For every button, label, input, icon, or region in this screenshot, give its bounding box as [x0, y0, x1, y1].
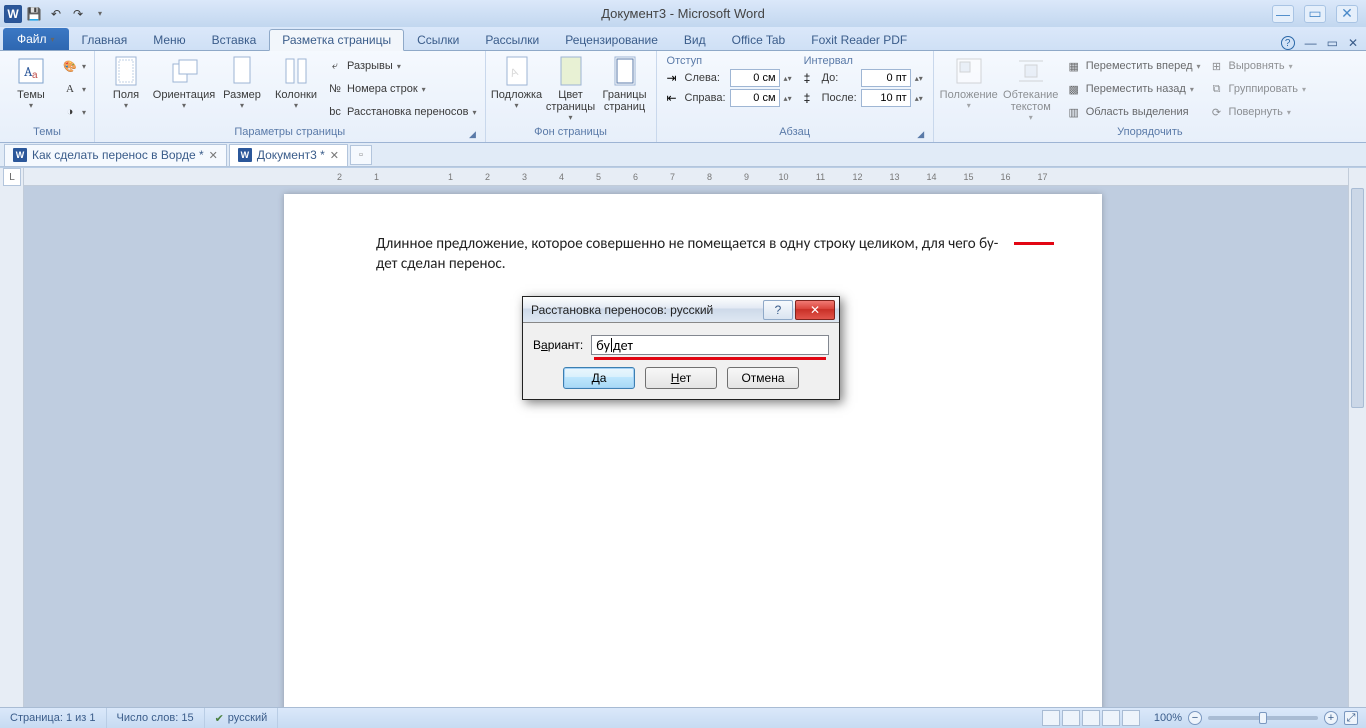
dialog-help-button[interactable]: ?	[763, 300, 793, 320]
variant-label: Вариант:	[533, 338, 583, 352]
view-outline[interactable]	[1102, 710, 1120, 726]
view-full-screen[interactable]	[1062, 710, 1080, 726]
view-buttons	[1034, 710, 1148, 726]
view-web-layout[interactable]	[1082, 710, 1100, 726]
hyphenation-dialog: Расстановка переносов: русский ? ✕ Вариа…	[522, 296, 840, 400]
status-word-count[interactable]: Число слов: 15	[107, 708, 205, 728]
zoom-level[interactable]: 100%	[1154, 712, 1182, 724]
cancel-button[interactable]: Отмена	[727, 367, 799, 389]
view-print-layout[interactable]	[1042, 710, 1060, 726]
variant-input[interactable]: будет	[591, 335, 829, 355]
zoom-slider-handle[interactable]	[1259, 712, 1267, 724]
dialog-close-button[interactable]: ✕	[795, 300, 835, 320]
modal-overlay: Расстановка переносов: русский ? ✕ Вариа…	[0, 0, 1366, 728]
zoom-out-button[interactable]: −	[1188, 711, 1202, 725]
zoom-in-button[interactable]: +	[1324, 711, 1338, 725]
status-language[interactable]: ✔русский	[205, 708, 279, 728]
status-bar: Страница: 1 из 1 Число слов: 15 ✔русский…	[0, 707, 1366, 728]
zoom-slider[interactable]	[1208, 716, 1318, 720]
status-page[interactable]: Страница: 1 из 1	[0, 708, 107, 728]
view-draft[interactable]	[1122, 710, 1140, 726]
no-button[interactable]: Нет	[645, 367, 717, 389]
annotation-underline	[594, 357, 826, 360]
yes-button[interactable]: Да	[563, 367, 635, 389]
dialog-titlebar[interactable]: Расстановка переносов: русский ? ✕	[523, 297, 839, 323]
zoom-fit-button[interactable]: ⤢	[1344, 711, 1358, 725]
dialog-title: Расстановка переносов: русский	[531, 303, 713, 317]
spellcheck-icon: ✔	[215, 712, 224, 725]
